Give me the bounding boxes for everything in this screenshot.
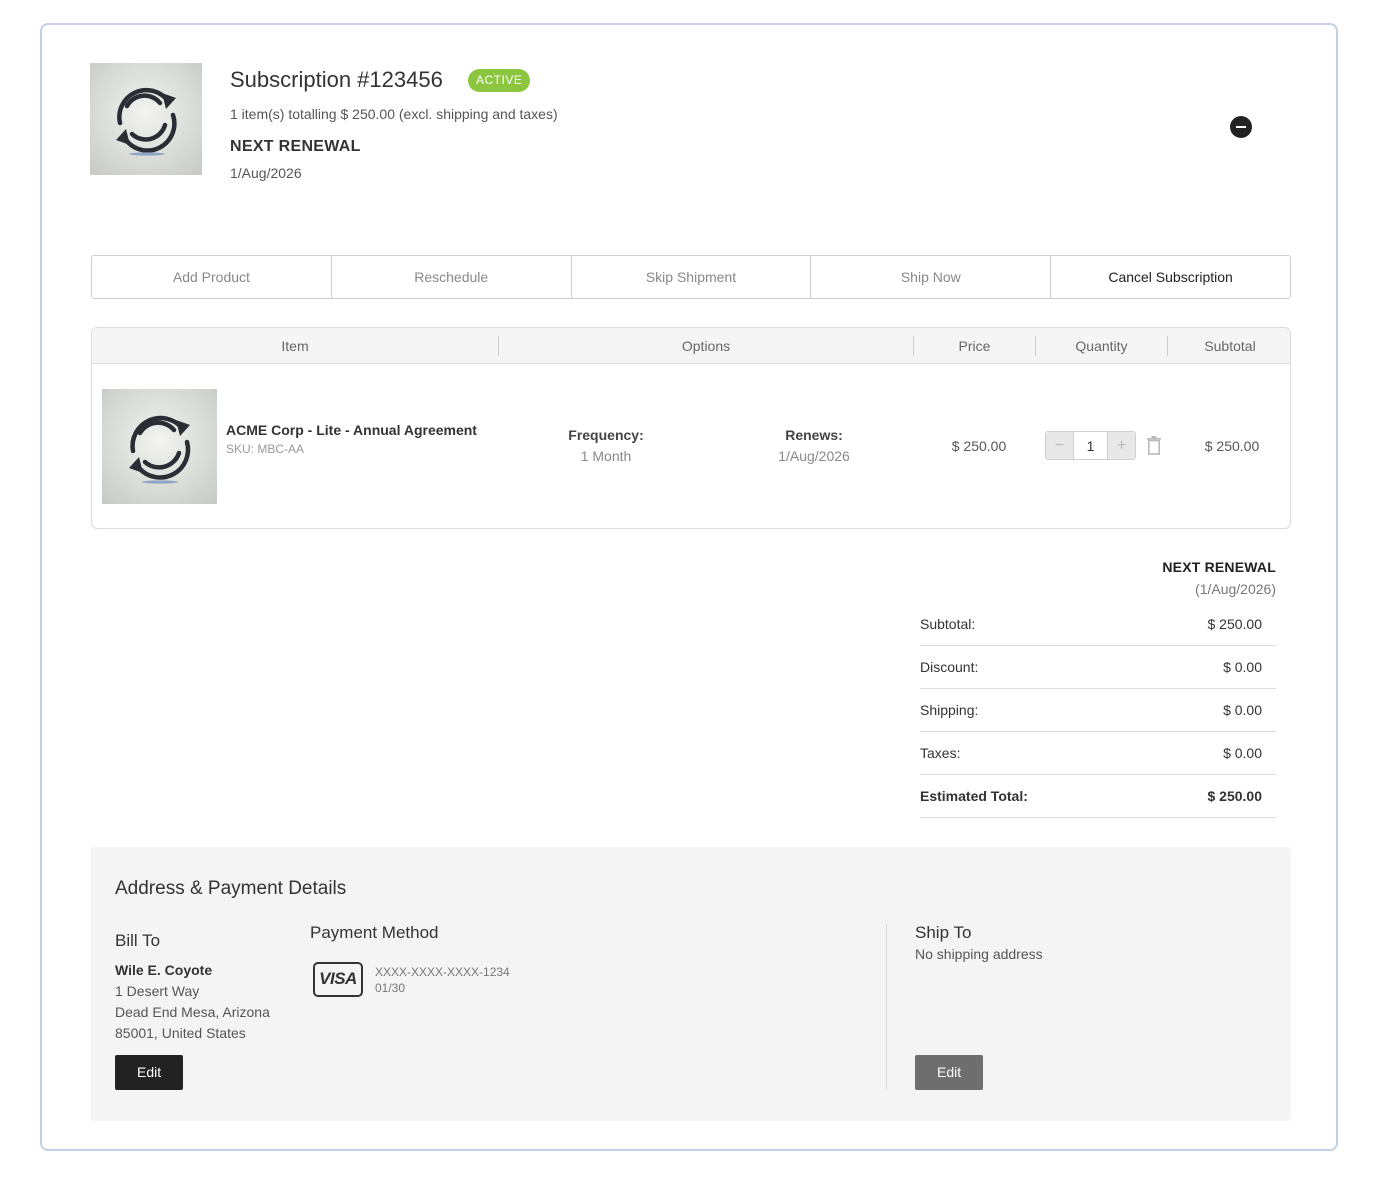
minus-circle-icon[interactable]	[1230, 116, 1252, 138]
totals-label: Subtotal:	[920, 616, 976, 632]
totals-label: Discount:	[920, 659, 979, 675]
totals-renewal-date: (1/Aug/2026)	[1195, 581, 1276, 597]
add-product-button[interactable]: Add Product	[92, 256, 332, 298]
frequency-value: 1 Month	[580, 448, 632, 464]
status-badge: ACTIVE	[468, 69, 531, 92]
totals-value: $ 250.00	[1207, 788, 1263, 804]
trash-icon[interactable]	[1146, 435, 1162, 455]
totals-renewal-label: NEXT RENEWAL	[1162, 559, 1276, 575]
totals-value: $ 250.00	[1207, 616, 1263, 632]
quantity-stepper: − +	[1045, 431, 1136, 460]
bill-to-edit-button[interactable]: Edit	[115, 1055, 184, 1090]
payment-method-title: Payment Method	[310, 923, 439, 942]
address-panel-title: Address & Payment Details	[115, 878, 347, 899]
bill-to-address-line: 85001, United States	[115, 1025, 246, 1041]
totals-row-discount: Discount: $ 0.00	[920, 646, 1276, 689]
table-header: Item Options Price Quantity Subtotal	[92, 328, 1290, 364]
bill-to-address-line: 1 Desert Way	[115, 983, 200, 999]
subscription-actions: Add Product Reschedule Skip Shipment Shi…	[91, 255, 1291, 299]
bill-to-address-line: Dead End Mesa, Arizona	[115, 1004, 270, 1020]
column-header-subtotal: Subtotal	[1204, 338, 1256, 354]
bill-to-name: Wile E. Coyote	[115, 962, 213, 978]
totals-row-taxes: Taxes: $ 0.00	[920, 732, 1276, 775]
reschedule-button[interactable]: Reschedule	[332, 256, 572, 298]
column-header-price: Price	[958, 338, 991, 354]
quantity-input[interactable]	[1073, 432, 1108, 459]
subscription-card: Subscription #123456 ACTIVE 1 item(s) to…	[40, 23, 1338, 1151]
card-number: XXXX-XXXX-XXXX-1234	[375, 965, 510, 979]
bill-to-title: Bill To	[115, 931, 161, 950]
panel-divider	[886, 924, 887, 1089]
ship-to-edit-button[interactable]: Edit	[915, 1055, 984, 1090]
ship-now-button[interactable]: Ship Now	[811, 256, 1052, 298]
totals-label: Shipping:	[920, 702, 979, 718]
frequency-label: Frequency:	[568, 427, 644, 443]
items-table: Item Options Price Quantity Subtotal ACM…	[91, 327, 1291, 529]
subscription-product-image	[90, 63, 202, 175]
item-subtotal: $ 250.00	[1204, 438, 1260, 454]
totals-label: Taxes:	[920, 745, 961, 761]
item-sku: SKU: MBC-AA	[226, 442, 305, 456]
ship-to-empty-text: No shipping address	[915, 946, 1043, 962]
item-price: $ 250.00	[951, 438, 1007, 454]
totals-row-estimated-total: Estimated Total: $ 250.00	[920, 775, 1276, 818]
ship-to-title: Ship To	[915, 923, 972, 942]
item-name: ACME Corp - Lite - Annual Agreement	[226, 422, 477, 438]
decrement-button[interactable]: −	[1046, 432, 1073, 459]
visa-card-icon: VISA	[313, 962, 363, 997]
next-renewal-date: 1/Aug/2026	[230, 165, 302, 181]
totals-label: Estimated Total:	[920, 788, 1028, 804]
totals-value: $ 0.00	[1223, 702, 1262, 718]
renews-label: Renews:	[785, 427, 843, 443]
increment-button[interactable]: +	[1108, 432, 1135, 459]
column-header-options: Options	[681, 338, 731, 354]
cancel-subscription-button[interactable]: Cancel Subscription	[1051, 256, 1290, 298]
totals-row-shipping: Shipping: $ 0.00	[920, 689, 1276, 732]
card-expiry: 01/30	[375, 981, 406, 995]
totals-value: $ 0.00	[1223, 745, 1262, 761]
totals-value: $ 0.00	[1223, 659, 1262, 675]
column-header-quantity: Quantity	[1075, 338, 1128, 354]
item-product-image	[102, 389, 217, 504]
subscription-title: Subscription #123456	[230, 67, 443, 92]
subscription-summary: 1 item(s) totalling $ 250.00 (excl. ship…	[230, 106, 558, 122]
skip-shipment-button[interactable]: Skip Shipment	[572, 256, 812, 298]
next-renewal-label: NEXT RENEWAL	[230, 138, 361, 155]
totals-row-subtotal: Subtotal: $ 250.00	[920, 603, 1276, 646]
address-payment-panel: Address & Payment Details Bill To Wile E…	[91, 847, 1291, 1121]
renews-value: 1/Aug/2026	[778, 448, 850, 464]
column-header-item: Item	[281, 338, 309, 354]
